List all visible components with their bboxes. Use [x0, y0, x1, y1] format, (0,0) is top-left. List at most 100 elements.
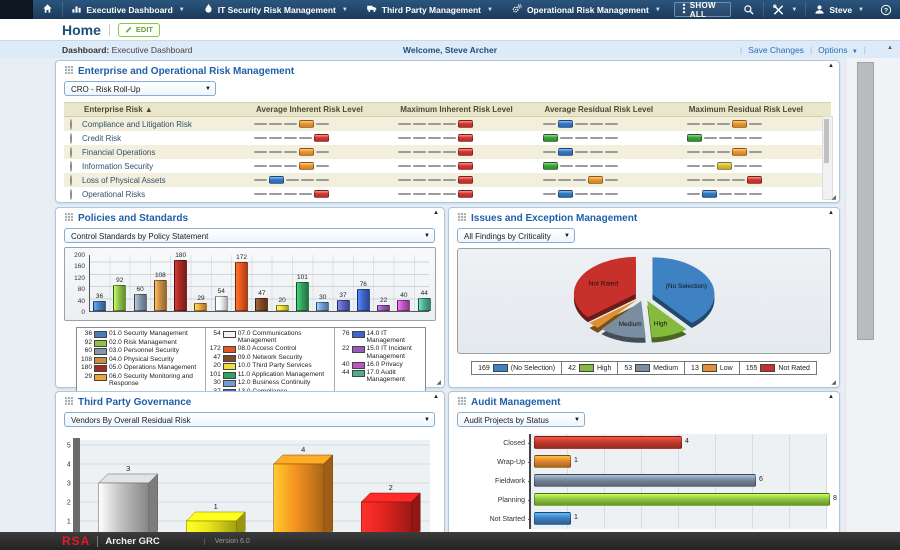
resize-corner-icon[interactable]: ◢ [831, 379, 836, 386]
bar[interactable] [296, 282, 309, 311]
bar[interactable] [113, 285, 126, 311]
bar[interactable] [186, 521, 236, 532]
column-header[interactable]: Maximum Residual Risk Level [687, 105, 831, 114]
risk-report-select[interactable]: CRO - Risk Roll-Up▼ [64, 81, 216, 96]
panel-scrollbar-thumb[interactable] [824, 119, 829, 163]
legend-entry[interactable]: 4709.0 Network Security [209, 354, 331, 362]
legend-entry[interactable]: 5407.0 Communications Management [209, 330, 331, 345]
legend-entry[interactable]: 18005.0 Operations Management [80, 364, 202, 372]
bar[interactable] [357, 289, 370, 311]
options-menu[interactable]: Options ▼ [818, 45, 858, 55]
legend-entry[interactable]: 2010.0 Third Party Services [209, 362, 331, 370]
record-icon[interactable] [70, 133, 72, 144]
record-icon[interactable] [70, 119, 72, 130]
legend-entry[interactable]: 9202.0 Risk Management [80, 339, 202, 347]
bar[interactable] [361, 502, 411, 532]
page-scrollbar-track[interactable] [845, 58, 900, 532]
nav-item-third-party[interactable]: Third Party Management▼ [357, 0, 502, 19]
issues-report-select[interactable]: All Findings by Criticality▼ [457, 228, 575, 243]
legend-entry[interactable]: 3012.0 Business Continuity [209, 379, 331, 387]
legend-entry[interactable]: 3601.0 Security Management [80, 330, 202, 338]
bar[interactable] [534, 455, 571, 468]
legend-entry[interactable]: 10804.0 Physical Security [80, 356, 202, 364]
risk-name[interactable]: Information Security [82, 162, 254, 171]
column-header[interactable]: Average Residual Risk Level [543, 105, 687, 114]
column-header[interactable]: Maximum Inherent Risk Level [398, 105, 542, 114]
risk-name[interactable]: Loss of Physical Assets [82, 176, 254, 185]
edit-button[interactable]: EDIT [118, 23, 160, 37]
risk-name[interactable]: Compliance and Litigation Risk [82, 120, 254, 129]
column-header[interactable]: Average Inherent Risk Level [254, 105, 398, 114]
thirdparty-report-select[interactable]: Vendors By Overall Residual Risk▼ [64, 412, 435, 427]
legend-entry[interactable]: 42High [562, 361, 618, 375]
nav-item-executive-dashboard[interactable]: Executive Dashboard▼ [62, 0, 193, 19]
legend-entry[interactable]: 17208.0 Access Control [209, 345, 331, 353]
table-row[interactable]: Information Security [64, 159, 831, 173]
bar[interactable] [534, 512, 571, 525]
help-button[interactable]: ? [872, 0, 900, 19]
bar[interactable] [534, 493, 830, 506]
bar[interactable] [194, 303, 207, 311]
panel-scrollbar[interactable] [822, 116, 833, 200]
bar[interactable] [255, 298, 268, 311]
bar[interactable] [215, 296, 228, 311]
bar[interactable] [534, 436, 682, 449]
bar[interactable] [134, 294, 147, 311]
bar[interactable] [276, 305, 289, 311]
record-icon[interactable] [70, 147, 72, 158]
table-row[interactable]: Compliance and Litigation Risk [64, 117, 831, 131]
bar[interactable] [174, 260, 187, 311]
bar[interactable] [337, 300, 350, 311]
show-all-button[interactable]: SHOW ALL [674, 2, 732, 17]
bar[interactable] [235, 262, 248, 311]
admin-tools-menu[interactable]: ▼ [764, 0, 805, 19]
bar[interactable] [418, 298, 431, 311]
table-row[interactable]: Financial Operations [64, 145, 831, 159]
bar[interactable] [397, 300, 410, 311]
risk-name[interactable]: Financial Operations [82, 148, 254, 157]
legend-entry[interactable]: 2215.0 IT Incident Management [338, 345, 422, 360]
legend-entry[interactable]: 53Medium [618, 361, 685, 375]
table-row[interactable]: Loss of Physical Assets [64, 173, 831, 187]
bar[interactable] [316, 302, 329, 311]
bar[interactable] [377, 305, 390, 311]
risk-name[interactable]: Operational Risks [82, 190, 254, 199]
legend-entry[interactable]: 6003.0 Personnel Security [80, 347, 202, 355]
record-icon[interactable] [70, 161, 72, 172]
audit-report-select[interactable]: Audit Projects by Status▼ [457, 412, 585, 427]
record-icon[interactable] [70, 189, 72, 200]
legend-entry[interactable]: 7614.0 IT Management [338, 330, 422, 345]
home-nav-button[interactable] [33, 0, 62, 19]
table-row[interactable]: Operational Risks [64, 187, 831, 201]
collapse-panel-icon[interactable]: ▲ [433, 210, 439, 216]
scroll-up-icon[interactable]: ▲ [887, 45, 893, 51]
legend-entry[interactable]: 2906.0 Security Monitoring and Response [80, 373, 202, 388]
bar[interactable] [154, 280, 167, 311]
record-icon[interactable] [70, 175, 72, 186]
column-header-sort[interactable]: Enterprise Risk ▲ [82, 105, 254, 114]
risk-name[interactable]: Credit Risk [82, 134, 254, 143]
collapse-panel-icon[interactable]: ▲ [433, 394, 439, 400]
save-changes-link[interactable]: Save Changes [748, 45, 804, 55]
legend-entry[interactable]: 155Not Rated [740, 361, 817, 375]
table-row[interactable]: Credit Risk [64, 131, 831, 145]
legend-entry[interactable]: 4016.0 Privacy [338, 361, 422, 369]
legend-entry[interactable]: 10111.0 Application Management [209, 371, 331, 379]
legend-entry[interactable]: 4417.0 Audit Management [338, 369, 422, 384]
user-menu[interactable]: Steve ▼ [806, 0, 872, 19]
page-scrollbar-thumb[interactable] [857, 62, 874, 340]
legend-entry[interactable]: 13Low [685, 361, 740, 375]
collapse-panel-icon[interactable]: ▲ [828, 63, 834, 69]
resize-corner-icon[interactable]: ◢ [436, 379, 441, 386]
bar[interactable] [274, 464, 324, 532]
policies-report-select[interactable]: Control Standards by Policy Statement▼ [64, 228, 435, 243]
collapse-panel-icon[interactable]: ▲ [828, 394, 834, 400]
resize-corner-icon[interactable]: ◢ [831, 194, 836, 201]
nav-item-it-security-risk[interactable]: IT Security Risk Management▼ [194, 0, 357, 19]
bar[interactable] [534, 474, 756, 487]
collapse-panel-icon[interactable]: ▲ [828, 210, 834, 216]
search-button[interactable] [735, 0, 763, 19]
legend-entry[interactable]: 169(No Selection) [471, 361, 562, 375]
bar[interactable] [93, 301, 106, 311]
bar[interactable] [99, 483, 149, 532]
